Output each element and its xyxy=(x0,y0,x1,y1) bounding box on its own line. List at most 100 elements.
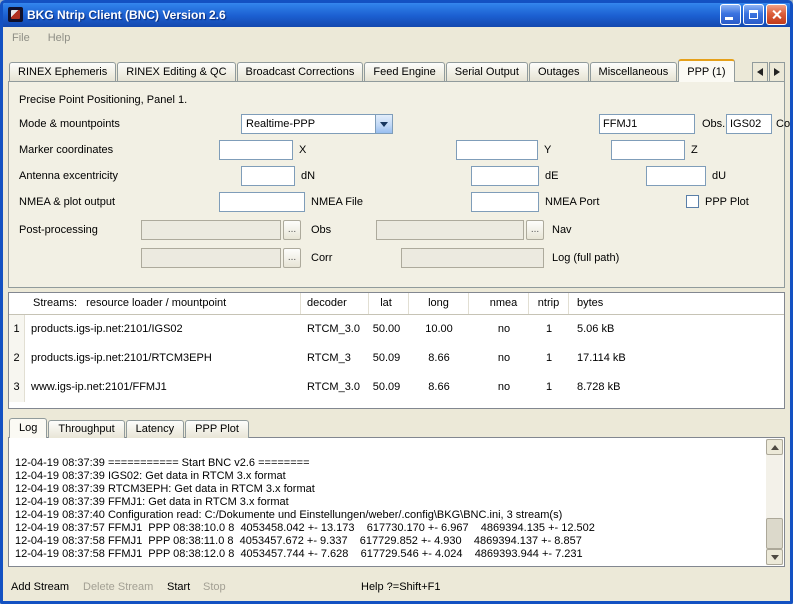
header-bytes[interactable]: bytes xyxy=(569,293,784,314)
corr-mountpoint-input[interactable] xyxy=(726,114,772,134)
header-decoder[interactable]: decoder xyxy=(301,293,369,314)
scroll-down-button[interactable] xyxy=(766,549,783,565)
menu-help[interactable]: Help xyxy=(39,30,80,46)
delete-stream-button[interactable]: Delete Stream xyxy=(83,577,153,597)
antenna-du-input[interactable] xyxy=(646,166,706,186)
antenna-excentricity-label: Antenna excentricity xyxy=(19,166,118,186)
ppp-panel: Precise Point Positioning, Panel 1. Mode… xyxy=(8,81,785,288)
tab-outages[interactable]: Outages xyxy=(529,62,589,82)
menu-file[interactable]: File xyxy=(3,30,39,46)
cell-ntrip: 1 xyxy=(529,315,569,344)
cell-bytes: 5.06 kB xyxy=(569,315,784,344)
post-corr-label: Corr xyxy=(311,248,332,268)
antenna-de-input[interactable] xyxy=(471,166,539,186)
log-line: 12-04-19 08:37:58 FFMJ1 PPP 08:38:11.0 8… xyxy=(15,535,762,548)
marker-coordinates-label: Marker coordinates xyxy=(19,140,113,160)
log-panel: 12-04-19 08:37:39 =========== Start BNC … xyxy=(8,437,785,567)
cell-nmea: no xyxy=(479,344,529,373)
combo-dropdown-button[interactable] xyxy=(375,115,392,133)
header-ntrip[interactable]: ntrip xyxy=(529,293,569,314)
tab-scroll-right-button[interactable] xyxy=(769,62,785,82)
cell-mountpoint: products.igs-ip.net:2101/RTCM3EPH xyxy=(25,344,301,373)
post-obs-input xyxy=(141,220,281,240)
row-number: 1 xyxy=(9,315,25,344)
nmea-file-input[interactable] xyxy=(219,192,305,212)
cell-decoder: RTCM_3.0 xyxy=(301,373,369,402)
close-button[interactable] xyxy=(766,4,787,25)
header-nmea[interactable]: nmea xyxy=(479,293,529,314)
tab-miscellaneous[interactable]: Miscellaneous xyxy=(590,62,678,82)
tab-broadcast-corrections[interactable]: Broadcast Corrections xyxy=(237,62,364,82)
marker-x-input[interactable] xyxy=(219,140,293,160)
close-icon xyxy=(771,9,782,20)
mode-combobox[interactable]: Realtime-PPP xyxy=(241,114,393,134)
cell-mountpoint: www.igs-ip.net:2101/FFMJ1 xyxy=(25,373,301,402)
tab-rinex-ephemeris[interactable]: RINEX Ephemeris xyxy=(9,62,116,82)
cell-ntrip: 1 xyxy=(529,373,569,402)
table-row[interactable]: 1 products.igs-ip.net:2101/IGS02 RTCM_3.… xyxy=(9,315,784,344)
post-obs-browse-button[interactable]: ... xyxy=(283,220,301,240)
cell-decoder: RTCM_3 xyxy=(301,344,369,373)
streams-table-header: Streams: resource loader / mountpoint de… xyxy=(9,293,784,315)
obs-mountpoint-input[interactable] xyxy=(599,114,695,134)
marker-y-input[interactable] xyxy=(456,140,538,160)
log-line: 12-04-19 08:37:57 FFMJ1 PPP 08:38:10.0 8… xyxy=(15,522,762,535)
log-line: 12-04-19 08:37:39 RTCM3EPH: Get data in … xyxy=(15,483,762,496)
log-line: 12-04-19 08:37:39 IGS02: Get data in RTC… xyxy=(15,470,762,483)
post-corr-browse-button[interactable]: ... xyxy=(283,248,301,268)
cell-lat: 50.09 xyxy=(364,373,409,402)
antenna-dn-input[interactable] xyxy=(241,166,295,186)
maximize-button[interactable] xyxy=(743,4,764,25)
ppp-plot-checkbox[interactable] xyxy=(686,195,699,208)
nmea-file-label: NMEA File xyxy=(311,192,363,212)
marker-z-input[interactable] xyxy=(611,140,685,160)
table-row[interactable]: 3 www.igs-ip.net:2101/FFMJ1 RTCM_3.0 50.… xyxy=(9,373,784,402)
chevron-right-icon xyxy=(774,68,780,76)
tab-ppp-plot[interactable]: PPP Plot xyxy=(185,420,249,438)
window-title: BKG Ntrip Client (BNC) Version 2.6 xyxy=(27,8,720,22)
post-corr-input xyxy=(141,248,281,268)
log-line: 12-04-19 08:37:39 FFMJ1: Get data in RTC… xyxy=(15,496,762,509)
table-row[interactable]: 2 products.igs-ip.net:2101/RTCM3EPH RTCM… xyxy=(9,344,784,373)
app-icon xyxy=(8,7,23,22)
titlebar[interactable]: BKG Ntrip Client (BNC) Version 2.6 xyxy=(2,2,791,27)
arrow-down-icon xyxy=(771,555,779,560)
post-nav-label: Nav xyxy=(552,220,572,240)
help-shortcut-label: Help ?=Shift+F1 xyxy=(361,577,441,597)
bnc-main-window: BKG Ntrip Client (BNC) Version 2.6 File … xyxy=(0,0,793,604)
row-number: 3 xyxy=(9,373,25,402)
tab-latency[interactable]: Latency xyxy=(126,420,185,438)
tab-serial-output[interactable]: Serial Output xyxy=(446,62,528,82)
nmea-port-input[interactable] xyxy=(471,192,539,212)
nmea-plot-output-label: NMEA & plot output xyxy=(19,192,115,212)
streams-table: Streams: resource loader / mountpoint de… xyxy=(8,292,785,409)
tab-ppp-1[interactable]: PPP (1) xyxy=(678,59,734,82)
start-button[interactable]: Start xyxy=(167,577,190,597)
header-long[interactable]: long xyxy=(409,293,469,314)
add-stream-button[interactable]: Add Stream xyxy=(11,577,69,597)
post-log-input xyxy=(401,248,544,268)
tab-feed-engine[interactable]: Feed Engine xyxy=(364,62,444,82)
tab-strip: RINEX Ephemeris RINEX Editing & QC Broad… xyxy=(9,60,750,82)
scroll-up-button[interactable] xyxy=(766,439,783,455)
post-nav-browse-button[interactable]: ... xyxy=(526,220,544,240)
arrow-up-icon xyxy=(771,445,779,450)
marker-x-label: X xyxy=(299,140,306,160)
scrollbar-thumb[interactable] xyxy=(766,518,783,548)
tab-rinex-editing-qc[interactable]: RINEX Editing & QC xyxy=(117,62,235,82)
cell-lat: 50.09 xyxy=(364,344,409,373)
tab-scroll-left-button[interactable] xyxy=(752,62,768,82)
header-lat[interactable]: lat xyxy=(364,293,409,314)
stop-button[interactable]: Stop xyxy=(203,577,226,597)
tab-log[interactable]: Log xyxy=(9,418,47,438)
cell-mountpoint: products.igs-ip.net:2101/IGS02 xyxy=(25,315,301,344)
maximize-icon xyxy=(749,10,758,19)
cell-bytes: 8.728 kB xyxy=(569,373,784,402)
log-scrollbar[interactable] xyxy=(766,439,783,565)
header-mountpoint[interactable]: Streams: resource loader / mountpoint xyxy=(25,293,301,314)
tab-throughput[interactable]: Throughput xyxy=(48,420,124,438)
cell-decoder: RTCM_3.0 xyxy=(301,315,369,344)
antenna-dn-label: dN xyxy=(301,166,315,186)
minimize-button[interactable] xyxy=(720,4,741,25)
log-output[interactable]: 12-04-19 08:37:39 =========== Start BNC … xyxy=(9,438,766,566)
